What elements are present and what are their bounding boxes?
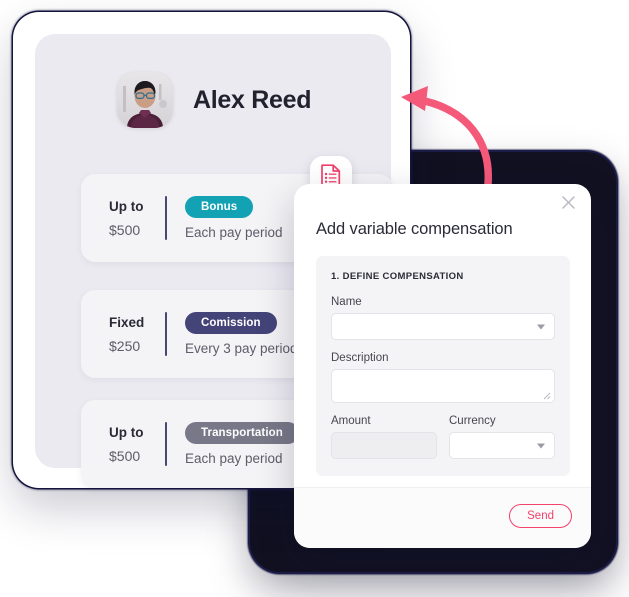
currency-field-group: Currency bbox=[449, 415, 555, 471]
status-badge: Transportation bbox=[185, 422, 299, 444]
description-field-label: Description bbox=[331, 352, 389, 364]
resize-handle-icon[interactable] bbox=[543, 392, 551, 400]
compensation-amount-group: Fixed $250 bbox=[81, 315, 165, 354]
compensation-kind: Up to bbox=[109, 424, 144, 440]
compensation-kind: Fixed bbox=[109, 314, 145, 330]
currency-select[interactable] bbox=[449, 432, 555, 459]
name-select[interactable] bbox=[331, 313, 555, 340]
compensation-amount: $500 bbox=[109, 447, 141, 464]
amount-field-label: Amount bbox=[331, 415, 371, 427]
name-field-label: Name bbox=[331, 296, 362, 308]
add-variable-compensation-modal: Add variable compensation 1. DEFINE COMP… bbox=[294, 184, 591, 548]
amount-field-group: Amount bbox=[331, 415, 437, 471]
avatar bbox=[117, 72, 173, 128]
modal-title: Add variable compensation bbox=[316, 220, 513, 238]
amount-currency-row: Amount Currency bbox=[331, 415, 555, 471]
modal-footer: Send bbox=[294, 487, 591, 548]
card-divider bbox=[165, 312, 167, 356]
status-badge: Bonus bbox=[185, 196, 254, 218]
compensation-amount: $250 bbox=[109, 337, 141, 354]
define-compensation-section: 1. DEFINE COMPENSATION Name Description … bbox=[316, 256, 570, 476]
compensation-kind: Up to bbox=[109, 198, 144, 214]
compensation-amount-group: Up to $500 bbox=[81, 425, 165, 464]
status-badge: Comission bbox=[185, 312, 277, 334]
card-divider bbox=[165, 422, 167, 466]
card-divider bbox=[165, 196, 167, 240]
profile-header: Alex Reed bbox=[117, 72, 311, 128]
send-button[interactable]: Send bbox=[509, 504, 572, 528]
compensation-amount: $500 bbox=[109, 221, 141, 238]
chevron-down-icon bbox=[537, 324, 545, 329]
description-textarea[interactable] bbox=[331, 369, 555, 403]
compensation-amount-group: Up to $500 bbox=[81, 199, 165, 238]
chevron-down-icon bbox=[537, 443, 545, 448]
profile-name: Alex Reed bbox=[193, 85, 312, 114]
section-label: 1. DEFINE COMPENSATION bbox=[331, 271, 464, 282]
close-icon[interactable] bbox=[559, 193, 577, 211]
amount-input[interactable] bbox=[331, 432, 437, 459]
currency-field-label: Currency bbox=[449, 415, 496, 427]
